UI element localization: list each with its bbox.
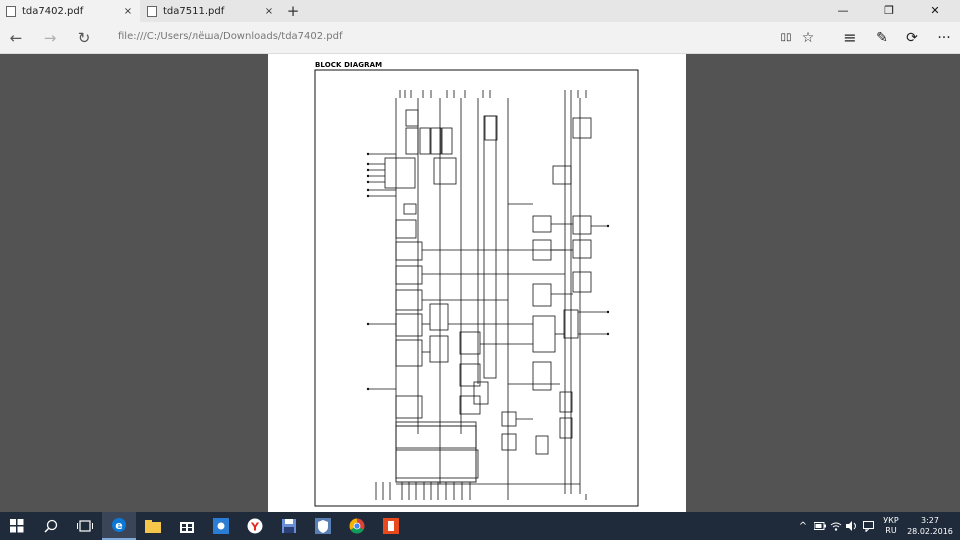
tab-title: tda7402.pdf [22,5,84,17]
language-indicator[interactable]: УКР RU [878,512,904,540]
taskbar-weather[interactable] [204,512,238,540]
tab-bar: tda7402.pdf × tda7511.pdf × + — ❐ ✕ [0,0,960,22]
notification-icon[interactable] [860,512,876,540]
task-view-button[interactable] [68,512,102,540]
tab-close-icon[interactable]: × [261,6,277,17]
refresh-button[interactable]: ↻ [70,22,98,54]
taskbar-yandex[interactable]: Y [238,512,272,540]
network-icon[interactable] [828,512,844,540]
task-view-icon [77,520,93,532]
windows-taskbar: e Y ^ УКР RU 3:27 28.02.2016 [0,512,960,540]
battery-glyph [814,522,826,530]
floppy-disk-icon [282,519,296,533]
tab-tda7511[interactable]: tda7511.pdf × [141,0,281,22]
tab-close-icon[interactable]: × [120,6,136,17]
taskbar-edge[interactable]: e [102,512,136,540]
taskbar-file-explorer[interactable] [136,512,170,540]
taskbar-store[interactable] [170,512,204,540]
clock-time: 3:27 [921,516,939,525]
minimize-button[interactable]: — [820,0,866,22]
tray-chevron-icon[interactable]: ^ [796,512,810,540]
block-diagram-figure [314,69,639,507]
speech-bubble-glyph [862,520,874,532]
language-bottom: RU [885,526,897,535]
tab-title: tda7511.pdf [163,5,225,17]
back-button[interactable]: ← [2,22,30,54]
edge-browser-icon: e [112,518,126,532]
svg-text:e: e [115,519,122,532]
favorites-star-icon[interactable]: ☆ [794,22,822,54]
share-icon[interactable]: ⟳ [898,22,926,54]
clock-date: 28.02.2016 [907,527,953,536]
maximize-button[interactable]: ❐ [866,0,912,22]
chrome-browser-icon [349,518,365,534]
forward-button[interactable]: → [36,22,64,54]
taskbar-save-app[interactable] [272,512,306,540]
clock[interactable]: 3:27 28.02.2016 [902,515,958,537]
new-tab-button[interactable]: + [284,0,302,22]
windows-logo-icon [10,519,24,533]
network-glyph [830,522,842,531]
address-toolbar: ← → ↻ file:///C:/Users/лёша/Downloads/td… [0,22,960,54]
yandex-browser-icon: Y [247,518,263,534]
hub-icon[interactable]: ≡ [836,22,864,54]
orange-app-icon [383,518,399,534]
taskbar-orange-app[interactable] [374,512,408,540]
pdf-document-icon [6,5,16,17]
taskbar-chrome[interactable] [340,512,374,540]
pdf-viewer[interactable]: BLOCK DIAGRAM [0,54,960,512]
start-button[interactable] [0,512,34,540]
search-icon [44,519,58,533]
close-window-button[interactable]: ✕ [912,0,958,22]
tab-tda7402[interactable]: tda7402.pdf × [0,0,140,22]
search-button[interactable] [34,512,68,540]
weather-sun-icon [213,518,229,534]
svg-text:Y: Y [250,521,260,534]
volume-icon[interactable] [844,512,860,540]
taskbar-shield-app[interactable] [306,512,340,540]
store-bag-icon [180,522,194,533]
pdf-page: BLOCK DIAGRAM [268,54,686,512]
shield-app-icon [315,518,331,534]
pdf-document-icon [147,5,157,17]
web-note-icon[interactable]: ✎ [868,22,896,54]
more-icon[interactable]: ··· [930,22,958,54]
speaker-glyph [846,521,856,531]
address-bar[interactable]: file:///C:/Users/лёша/Downloads/tda7402.… [118,31,343,42]
folder-icon [145,519,161,533]
language-top: УКР [883,516,899,525]
battery-icon[interactable] [812,512,828,540]
